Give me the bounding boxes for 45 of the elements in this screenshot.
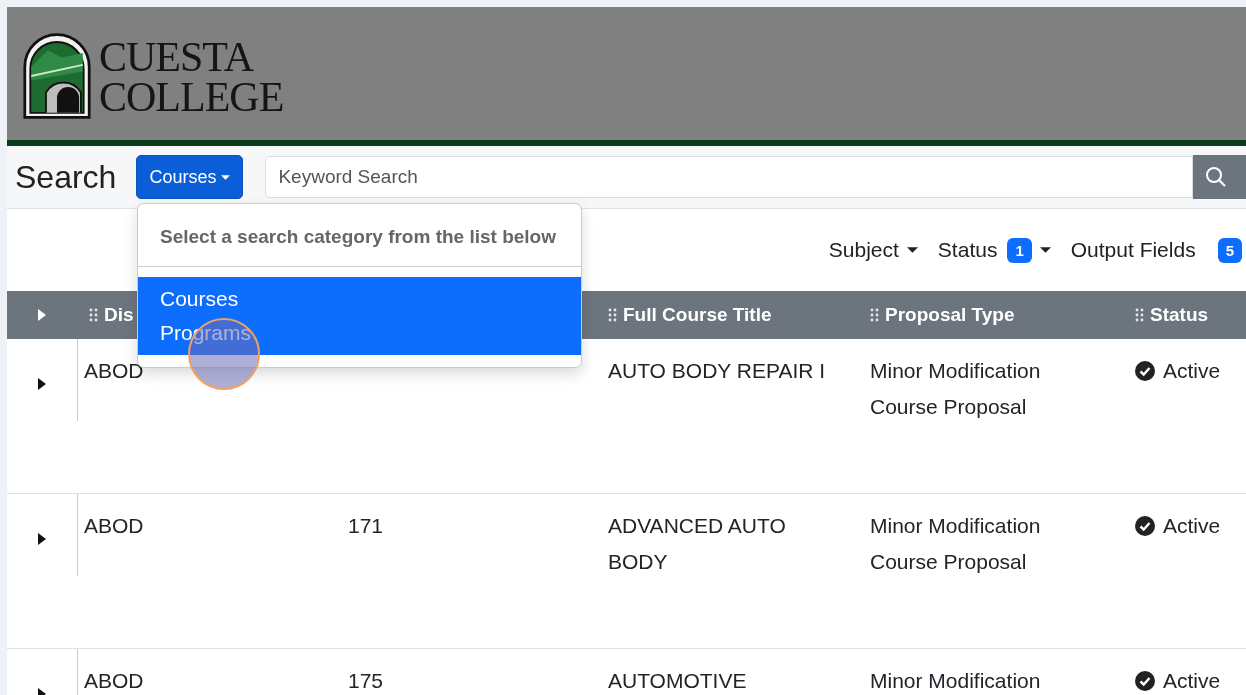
check-circle-icon <box>1135 671 1155 691</box>
filter-dropdown[interactable]: Status 1 <box>937 237 1051 263</box>
filter-dropdown[interactable]: Output Fields 5 <box>1070 237 1242 263</box>
menu-header: Select a search category from the list below <box>159 225 557 249</box>
count-badge: 1 <box>1007 237 1032 263</box>
logo-text: CUESTA <box>99 36 255 77</box>
status-cell: Active <box>1135 508 1221 544</box>
table-cell-text: AUTOMOTIVE <box>608 668 748 694</box>
expand-icon[interactable] <box>38 309 46 321</box>
table-cell-text: Minor Modification Course Proposal <box>870 513 1042 575</box>
column-header[interactable]: Full Course Title <box>623 304 772 326</box>
check-circle-icon <box>1135 361 1155 381</box>
caret-icon <box>221 174 231 180</box>
caret-icon <box>906 247 918 253</box>
search-icon <box>1205 166 1228 188</box>
expand-row-icon[interactable] <box>38 533 46 545</box>
table-cell-text: ADVANCED AUTO BODY <box>608 513 787 575</box>
status-cell: Active <box>1135 663 1221 695</box>
caret-icon <box>1039 247 1051 253</box>
table-cell-text: AUTO BODY REPAIR I <box>608 358 827 384</box>
keyword-search-field[interactable]: Keyword Search <box>265 156 1194 198</box>
table-cell-text: 171 <box>348 513 384 539</box>
logo-text: COLLEGE <box>99 76 284 117</box>
table-cell-text: ABOD <box>84 513 144 539</box>
table-cell-text: 175 <box>348 668 384 694</box>
column-header[interactable]: Status <box>1150 304 1209 326</box>
drag-handle-icon[interactable] <box>1135 308 1144 322</box>
category-dropdown-button[interactable]: Courses <box>136 155 244 199</box>
status-cell: Active <box>1135 353 1221 389</box>
search-heading: Search <box>15 158 117 196</box>
drag-handle-icon[interactable] <box>608 308 617 322</box>
table-cell-text: ABOD <box>84 358 144 384</box>
menu-item[interactable]: Courses <box>138 277 581 317</box>
table-cell-text: ABOD <box>84 668 144 694</box>
column-header[interactable]: Proposal Type <box>885 304 1015 326</box>
column-header[interactable]: Dis <box>104 304 134 326</box>
search-button[interactable] <box>1193 155 1246 199</box>
expand-row-icon[interactable] <box>38 378 46 390</box>
count-badge: 5 <box>1217 237 1242 263</box>
filter-dropdown[interactable]: Subject <box>828 238 918 262</box>
table-cell-text: Minor Modification <box>870 668 1042 694</box>
drag-handle-icon[interactable] <box>89 308 98 322</box>
table-cell-text: Minor Modification Course Proposal <box>870 358 1042 420</box>
drag-handle-icon[interactable] <box>870 308 879 322</box>
check-circle-icon <box>1135 516 1155 536</box>
